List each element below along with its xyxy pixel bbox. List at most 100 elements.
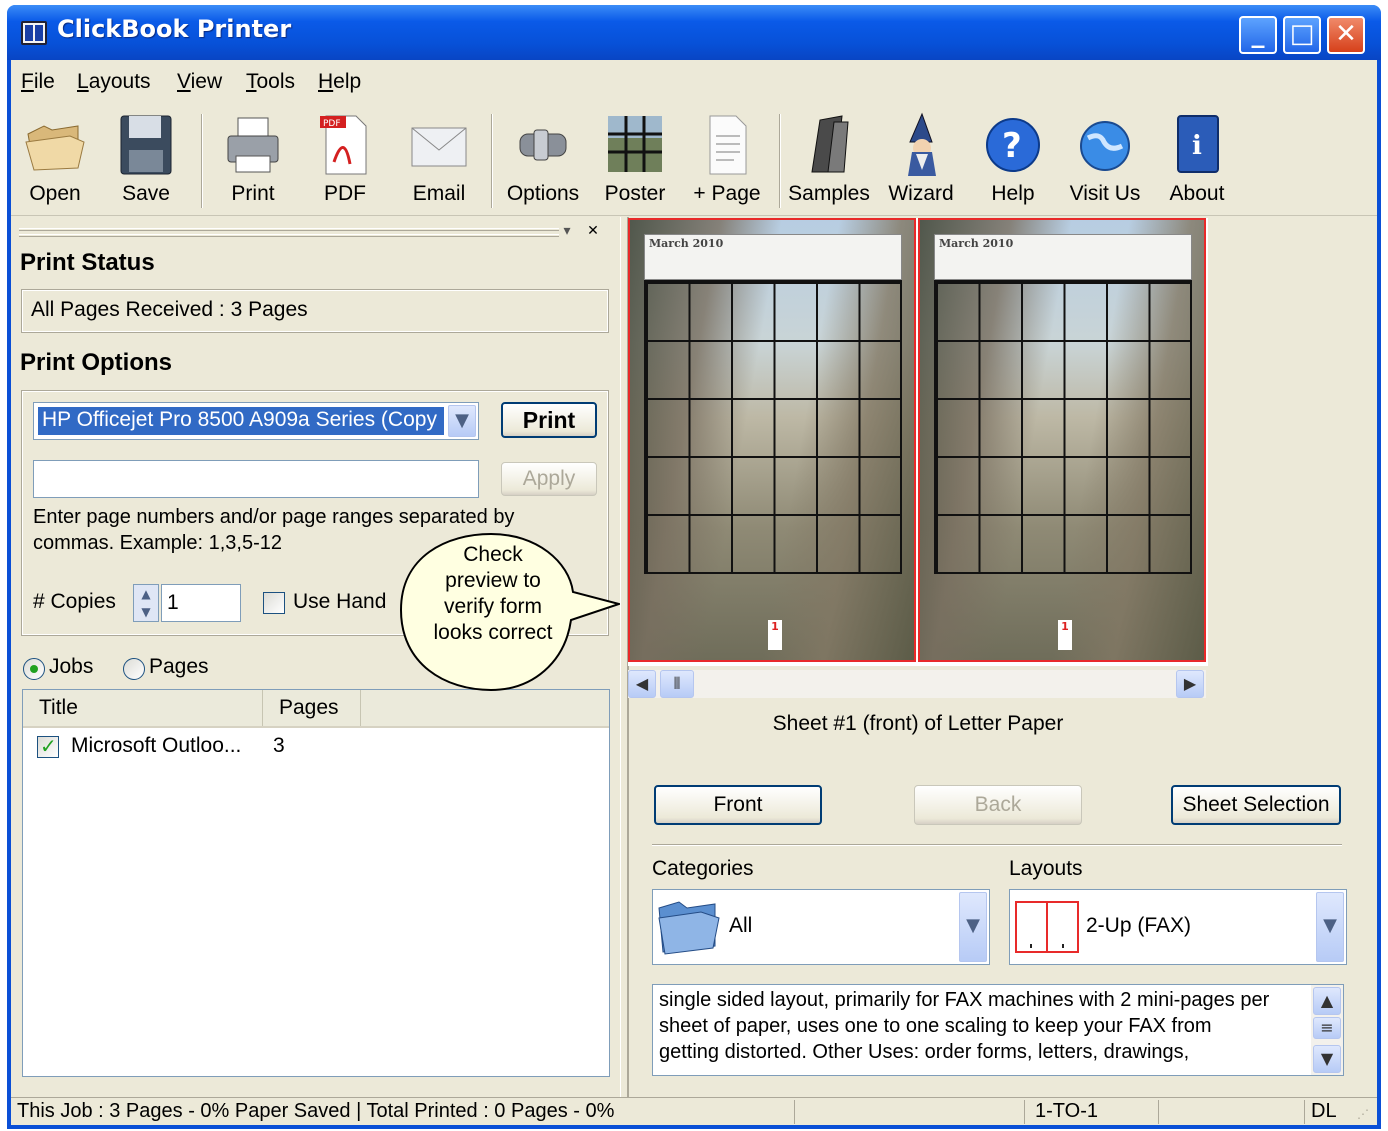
chevron-down-icon[interactable]: ▼: [1316, 892, 1344, 962]
categories-value: All: [729, 914, 753, 937]
status-empty-panel: [1159, 1100, 1305, 1124]
scroll-down-icon[interactable]: ▼: [1313, 1045, 1341, 1073]
column-pages[interactable]: Pages: [263, 690, 361, 726]
chevron-down-icon[interactable]: ▼: [959, 892, 987, 962]
email-button[interactable]: Email: [397, 108, 481, 212]
printer-select[interactable]: HP Officejet Pro 8500 A909a Series (Copy…: [33, 402, 479, 440]
layouts-value: 2-Up (FAX): [1086, 914, 1192, 937]
column-title[interactable]: Title: [23, 690, 263, 726]
job-title: Microsoft Outloo...: [71, 734, 242, 757]
poster-button[interactable]: Poster: [593, 108, 677, 212]
info-book-icon: i: [1177, 115, 1219, 173]
sheet-selection-button[interactable]: Sheet Selection: [1171, 785, 1341, 825]
maximize-button[interactable]: □: [1283, 16, 1321, 54]
chevron-down-icon[interactable]: ▼: [448, 405, 476, 437]
calendar-grid: [644, 280, 902, 574]
two-up-layout-icon: [1015, 901, 1079, 953]
globe-icon: [1080, 121, 1130, 171]
minimize-button[interactable]: _: [1239, 16, 1277, 54]
scroll-thumb[interactable]: ⦀: [660, 670, 694, 698]
copies-input[interactable]: [161, 584, 241, 622]
jobs-list[interactable]: Title Pages Microsoft Outloo... 3: [22, 689, 610, 1077]
scroll-up-icon[interactable]: ▲: [1313, 987, 1341, 1015]
menu-tools[interactable]: Tools: [246, 70, 295, 94]
apply-button[interactable]: Apply: [501, 462, 597, 496]
categories-label: Categories: [652, 857, 754, 880]
preview-sheet-right[interactable]: March 2010 1: [918, 218, 1206, 662]
visit-us-button[interactable]: Visit Us: [1063, 108, 1147, 212]
preview-horizontal-scrollbar[interactable]: ◀ ⦀ ▶: [628, 670, 1206, 698]
print-status-heading: Print Status: [20, 249, 155, 276]
categories-dropdown[interactable]: ▼: [955, 890, 989, 964]
resize-grip-icon[interactable]: ⋰: [1357, 1107, 1373, 1123]
wizard-button[interactable]: Wizard: [879, 108, 963, 212]
pane-splitter[interactable]: [620, 217, 628, 1097]
page-range-input[interactable]: [33, 460, 479, 498]
close-button[interactable]: ✕: [1327, 16, 1365, 54]
save-button[interactable]: Save: [104, 108, 188, 212]
open-button[interactable]: Open: [13, 108, 97, 212]
status-empty-panel: [795, 1100, 1025, 1124]
help-button[interactable]: ? Help: [971, 108, 1055, 212]
panel-grip[interactable]: [19, 225, 559, 239]
panel-close-icon[interactable]: ✕: [583, 222, 603, 242]
client-area: File Layouts View Tools Help Open Save P…: [11, 60, 1377, 1125]
menu-view[interactable]: View: [177, 70, 222, 94]
toolbar: Open Save Print PDF PDF Email Options Po…: [11, 104, 1377, 216]
menu-layouts[interactable]: Layouts: [77, 70, 151, 94]
panel-dropdown-icon[interactable]: ▾: [557, 222, 577, 242]
use-hand-label: Use Hand: [293, 590, 387, 613]
options-button[interactable]: Options: [501, 108, 585, 212]
pdf-button[interactable]: PDF PDF: [303, 108, 387, 212]
svg-text:i: i: [1192, 131, 1202, 161]
print-button[interactable]: Print: [501, 402, 597, 438]
layouts-select[interactable]: 2-Up (FAX) ▼: [1009, 889, 1347, 965]
samples-button[interactable]: Samples: [787, 108, 871, 212]
print-status-message: All Pages Received : 3 Pages: [31, 298, 308, 321]
add-page-button[interactable]: + Page: [685, 108, 769, 212]
floppy-disk-icon: [120, 115, 172, 175]
preview-sheet-left[interactable]: March 2010 1: [628, 218, 916, 662]
print-toolbar-button[interactable]: Print: [211, 108, 295, 212]
scroll-right-icon[interactable]: ▶: [1176, 670, 1204, 698]
calendar-header: March 2010: [934, 234, 1192, 280]
table-row[interactable]: Microsoft Outloo... 3: [23, 732, 609, 766]
pages-radio[interactable]: [123, 658, 145, 680]
description-scrollbar[interactable]: ▲ ≡ ▼: [1311, 985, 1343, 1075]
use-hand-checkbox[interactable]: [263, 592, 285, 614]
poster-grid-icon: [608, 116, 662, 172]
copies-spinner[interactable]: ▲ ▼: [133, 584, 159, 622]
title-bar[interactable]: ClickBook Printer _ □ ✕: [7, 5, 1381, 60]
description-line1: single sided layout, primarily for FAX m…: [659, 989, 1270, 1011]
status-bar: This Job : 3 Pages - 0% Paper Saved | To…: [11, 1097, 1377, 1125]
divider: [652, 844, 1342, 846]
layouts-dropdown[interactable]: ▼: [1312, 890, 1346, 964]
back-button[interactable]: Back: [914, 785, 1082, 825]
samples-folder-icon: [811, 115, 849, 173]
pages-radio-label: Pages: [149, 655, 209, 678]
scroll-left-icon[interactable]: ◀: [628, 670, 656, 698]
jobs-radio-label: Jobs: [49, 655, 94, 678]
printer-icon: [227, 117, 279, 173]
about-button[interactable]: i About: [1155, 108, 1239, 212]
status-job-info: This Job : 3 Pages - 0% Paper Saved | To…: [11, 1100, 795, 1124]
scroll-thumb[interactable]: ≡: [1313, 1017, 1341, 1039]
front-button[interactable]: Front: [654, 785, 822, 825]
description-line3: getting distorted. Other Uses: order for…: [659, 1041, 1190, 1063]
envelope-icon: [411, 127, 467, 167]
menu-help[interactable]: Help: [318, 70, 361, 94]
jobs-radio[interactable]: [23, 658, 45, 680]
open-folder-icon: [25, 125, 85, 171]
layout-description[interactable]: single sided layout, primarily for FAX m…: [652, 984, 1344, 1076]
calendar-grid: [934, 280, 1192, 574]
job-checkbox[interactable]: [37, 734, 59, 758]
callout-text: Check preview to verify form looks corre…: [433, 543, 553, 644]
categories-select[interactable]: All ▼: [652, 889, 990, 965]
description-line2: sheet of paper, uses one to one scaling …: [659, 1015, 1212, 1037]
pdf-document-icon: PDF: [320, 115, 367, 175]
status-mode: 1-TO-1: [1025, 1100, 1159, 1124]
options-toggle-icon: [519, 129, 567, 161]
menu-file[interactable]: File: [21, 70, 55, 94]
preview-area[interactable]: March 2010 1 March 2010 1: [628, 218, 1208, 666]
layouts-label: Layouts: [1009, 857, 1083, 880]
